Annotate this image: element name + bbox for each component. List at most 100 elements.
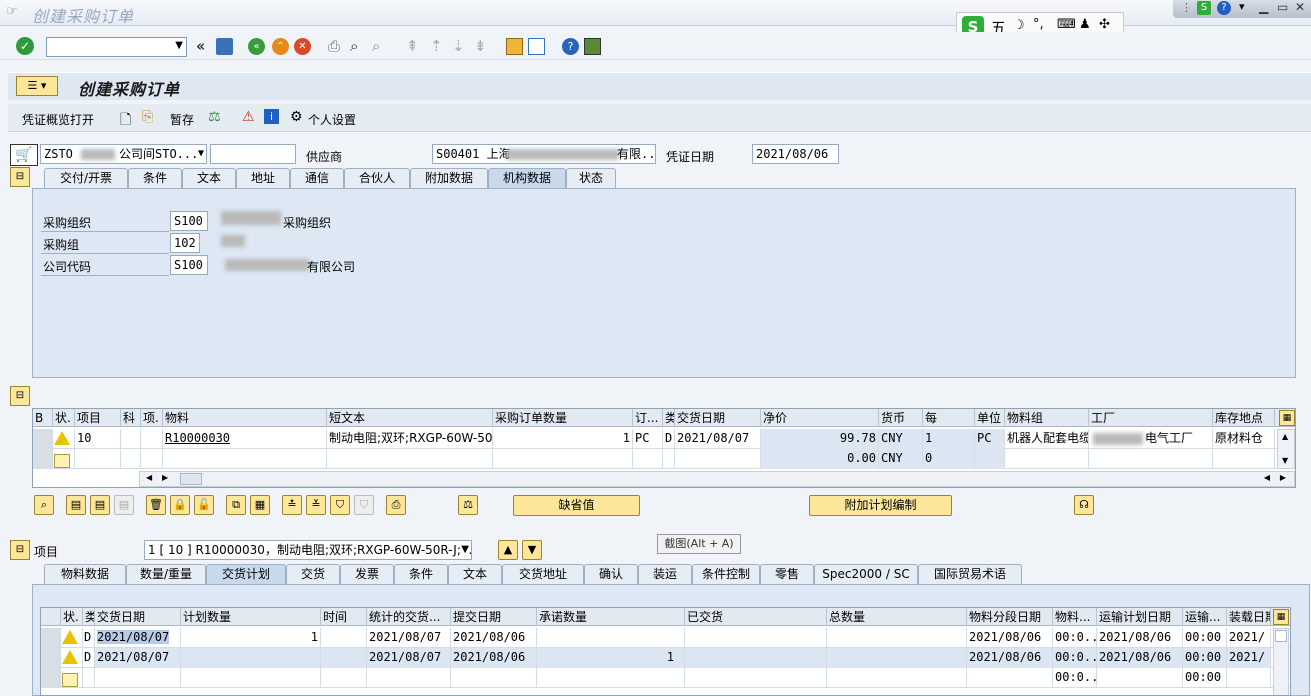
column-header[interactable]: 状. — [53, 409, 75, 427]
scroll-down-icon[interactable]: ▼ — [1282, 456, 1288, 465]
scroll-left-icon[interactable]: ◀ — [1264, 473, 1270, 482]
find-next-icon[interactable]: ⌕ — [372, 37, 380, 55]
stat-delivery-date[interactable]: 2021/08/07 — [367, 648, 451, 668]
column-header[interactable]: 物料分段日期 — [967, 608, 1053, 626]
item-selector[interactable]: 1 [ 10 ] R10000030，制动电阻;双环;RXGP-60W-50R-… — [144, 540, 472, 560]
column-header[interactable]: 物料 — [163, 409, 327, 427]
tab-condition-control[interactable]: 条件控制 — [692, 564, 760, 584]
storage-location[interactable]: 原材料仓 — [1213, 429, 1275, 449]
company-code-field[interactable]: S100 — [170, 255, 208, 275]
row-selector[interactable] — [41, 628, 61, 648]
delivered-quantity[interactable] — [685, 668, 827, 688]
column-header[interactable]: 项目 — [75, 409, 121, 427]
date-category[interactable]: D — [83, 648, 95, 668]
purchasing-org-field[interactable]: S100 — [170, 211, 208, 231]
help-icon[interactable]: ? — [562, 38, 579, 55]
tab-conditions[interactable]: 条件 — [128, 168, 182, 188]
next-page-icon[interactable]: ⇣ — [452, 37, 465, 55]
net-price[interactable]: 99.78 — [761, 429, 879, 449]
column-header[interactable]: 物料... — [1053, 608, 1097, 626]
column-header[interactable]: 运输... — [1183, 608, 1227, 626]
command-field[interactable]: ▼ — [46, 37, 187, 57]
material-group[interactable]: 机器人配套电缆 — [1005, 429, 1089, 449]
maximize-icon[interactable]: ▭ — [1277, 0, 1288, 14]
document-type-select[interactable]: ZSTO 公司间STO... ▼ — [40, 144, 207, 164]
column-header[interactable]: 订... — [633, 409, 663, 427]
tab-delivery[interactable]: 交货 — [286, 564, 340, 584]
customize-layout-icon[interactable] — [584, 38, 601, 55]
delivery-time[interactable] — [321, 668, 367, 688]
tab-material-data[interactable]: 物料数据 — [44, 564, 126, 584]
tab-partners[interactable]: 合伙人 — [344, 168, 410, 188]
expand-items-icon[interactable]: ⊟ — [10, 386, 30, 406]
material-staging-date[interactable]: 2021/08/06 — [967, 648, 1053, 668]
back-icon[interactable]: « — [248, 38, 265, 55]
material-link[interactable] — [163, 449, 327, 469]
transport-planning-date[interactable]: 2021/08/06 — [1097, 648, 1183, 668]
tab-spec2000[interactable]: Spec2000 / SC — [814, 564, 918, 584]
tab-invoice[interactable]: 发票 — [340, 564, 394, 584]
committed-quantity[interactable] — [537, 628, 685, 648]
print-icon[interactable]: ⎙ — [328, 37, 340, 55]
loading-date[interactable]: 2021/ — [1227, 628, 1271, 648]
punctuation-icon[interactable]: °, — [1033, 17, 1044, 32]
stat-delivery-date[interactable]: 2021/08/07 — [367, 628, 451, 648]
account-assignment[interactable] — [121, 429, 141, 449]
item-number[interactable]: 10 — [75, 429, 121, 449]
column-header[interactable]: 提交日期 — [451, 608, 537, 626]
column-header[interactable]: 装载日期 — [1227, 608, 1271, 626]
check-icon[interactable]: ⚖ — [208, 109, 221, 125]
cart-icon[interactable]: 🛒 — [10, 144, 38, 166]
scroll-left-icon[interactable]: ◀ — [146, 473, 152, 482]
column-header[interactable]: 计划数量 — [181, 608, 321, 626]
purchasing-group-field[interactable]: 102 — [170, 233, 200, 253]
column-header[interactable]: 单位 — [975, 409, 1005, 427]
vertical-scrollbar[interactable] — [1273, 628, 1289, 695]
find-icon[interactable]: ⌕ — [350, 37, 358, 55]
info-icon[interactable]: i — [264, 109, 279, 124]
personal-settings-button[interactable]: 个人设置 — [308, 111, 356, 128]
transport-planning-date[interactable] — [1097, 668, 1183, 688]
next-item-icon[interactable]: ▼ — [522, 540, 542, 560]
paste-icon[interactable]: ▤ — [90, 495, 110, 515]
delivered-quantity[interactable] — [685, 648, 827, 668]
price-unit[interactable]: 1 — [923, 429, 975, 449]
gr-date[interactable]: 2021/08/06 — [451, 628, 537, 648]
delivery-date[interactable]: 2021/08/07 — [675, 429, 761, 449]
column-header[interactable]: 采购订单数量 — [493, 409, 633, 427]
scheduled-quantity[interactable]: 1 — [181, 628, 321, 648]
chevron-down-icon[interactable]: ▾ — [1239, 0, 1245, 13]
table-settings-icon[interactable]: ▦ — [1273, 609, 1289, 625]
last-page-icon[interactable]: ⇟ — [474, 37, 487, 55]
select-all-icon[interactable]: ⧉ — [226, 495, 246, 515]
transport-planning-date[interactable]: 2021/08/06 — [1097, 628, 1183, 648]
tab-item-conditions[interactable]: 条件 — [394, 564, 448, 584]
keyboard-icon[interactable]: ⌨ — [1057, 17, 1076, 32]
transport-planning-time[interactable]: 00:00 — [1183, 648, 1227, 668]
tab-confirmations[interactable]: 确认 — [584, 564, 638, 584]
date-category[interactable] — [663, 449, 675, 469]
short-text[interactable]: 制动电阻;双环;RXGP-60W-50... — [327, 429, 493, 449]
tab-quantity-weight[interactable]: 数量/重量 — [126, 564, 206, 584]
new-document-icon[interactable]: 🗋 — [120, 109, 131, 133]
lock-icon[interactable]: 🔒 — [170, 495, 190, 515]
tab-item-texts[interactable]: 文本 — [448, 564, 502, 584]
prev-page-icon[interactable]: ⇡ — [430, 37, 443, 55]
scroll-right-icon[interactable]: ▶ — [1280, 473, 1286, 482]
column-header[interactable]: 承诺数量 — [537, 608, 685, 626]
committed-quantity[interactable]: 1 — [537, 648, 685, 668]
column-header[interactable]: 运输计划日期 — [1097, 608, 1183, 626]
chevron-down-icon[interactable]: ▼ — [198, 147, 204, 161]
column-header[interactable]: 状. — [61, 608, 83, 626]
net-price[interactable]: 0.00 — [761, 449, 879, 469]
personal-settings-icon[interactable]: ⚙ — [290, 109, 303, 125]
account-assignment[interactable] — [121, 449, 141, 469]
previous-item-icon[interactable]: ▲ — [498, 540, 518, 560]
transport-planning-time[interactable]: 00:00 — [1183, 628, 1227, 648]
vendor-field[interactable]: S00401 上海 有限... — [432, 144, 656, 164]
output-icon[interactable]: ⎙ — [386, 495, 406, 515]
material-staging-time[interactable]: 00:0... — [1053, 668, 1097, 688]
committed-quantity[interactable] — [537, 668, 685, 688]
unlock-icon[interactable]: 🔓 — [194, 495, 214, 515]
delivery-time[interactable] — [321, 628, 367, 648]
